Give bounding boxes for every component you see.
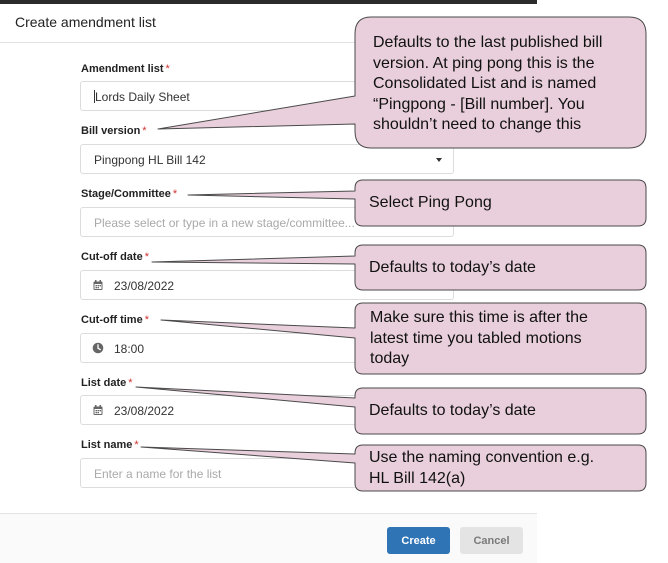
- callout-bill-version: Defaults to the last published bill versi…: [373, 34, 603, 133]
- callout-stage: Select Ping Pong: [369, 194, 492, 211]
- callout-list-date: Defaults to today’s date: [369, 402, 536, 419]
- callout-cutoff-time: Make sure this time is after the latest t…: [370, 309, 588, 367]
- callout-cutoff-date: Defaults to today’s date: [369, 259, 536, 276]
- callout-list-name: Use the naming convention e.g. HL Bill 14…: [369, 449, 595, 487]
